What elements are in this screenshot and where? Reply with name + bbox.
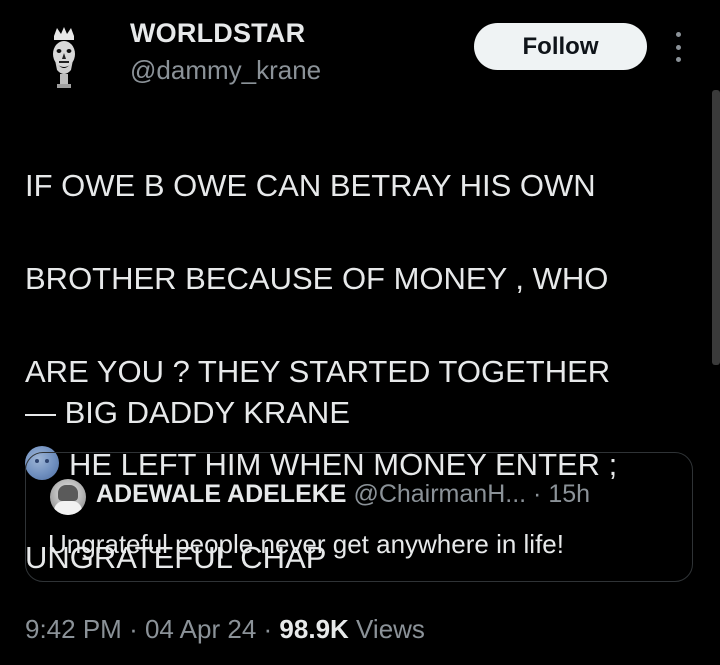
tweet-meta: 9:42 PM · 04 Apr 24 · 98.9K Views [25,614,425,645]
scrollbar[interactable] [712,90,720,365]
author-handle[interactable]: @dammy_krane [130,55,321,86]
views-count[interactable]: 98.9K [279,614,348,644]
tweet-line: IF OWE B OWE CAN BETRAY HIS OWN [25,167,596,203]
separator-dot: · [533,480,542,508]
author-display-name[interactable]: WORLDSTAR [130,18,305,49]
tweet-timestamp[interactable]: 9:42 PM [25,614,122,644]
separator-dot: · [129,614,138,644]
quoted-author-name[interactable]: ADEWALE ADELEKE [96,480,346,508]
quoted-tweet-text: Ungrateful people never get anywhere in … [48,529,564,559]
separator-dot: · [263,614,273,644]
tweet-view: WORLDSTAR @dammy_krane Follow IF OWE B O… [0,0,720,665]
views-label: Views [356,614,425,644]
follow-button[interactable]: Follow [474,23,647,70]
tweet-signature: — BIG DADDY KRANE [25,395,351,430]
quoted-tweet-card[interactable]: ADEWALE ADELEKE @ChairmanH... · 15h Ungr… [25,452,693,582]
quoted-tweet-time[interactable]: 15h [548,480,590,508]
tweet-line: BROTHER BECAUSE OF MONEY , WHO [25,260,609,296]
tweet-line: ARE YOU ? THEY STARTED TOGETHER [25,353,611,389]
quoted-author-avatar[interactable] [50,479,86,515]
more-vertical-icon[interactable] [670,32,686,62]
crowned-head-avatar-icon[interactable] [40,26,88,90]
tweet-date[interactable]: 04 Apr 24 [145,614,256,644]
quoted-author-handle[interactable]: @ChairmanH... [353,480,526,508]
quoted-tweet-header: ADEWALE ADELEKE @ChairmanH... · 15h [96,480,590,509]
